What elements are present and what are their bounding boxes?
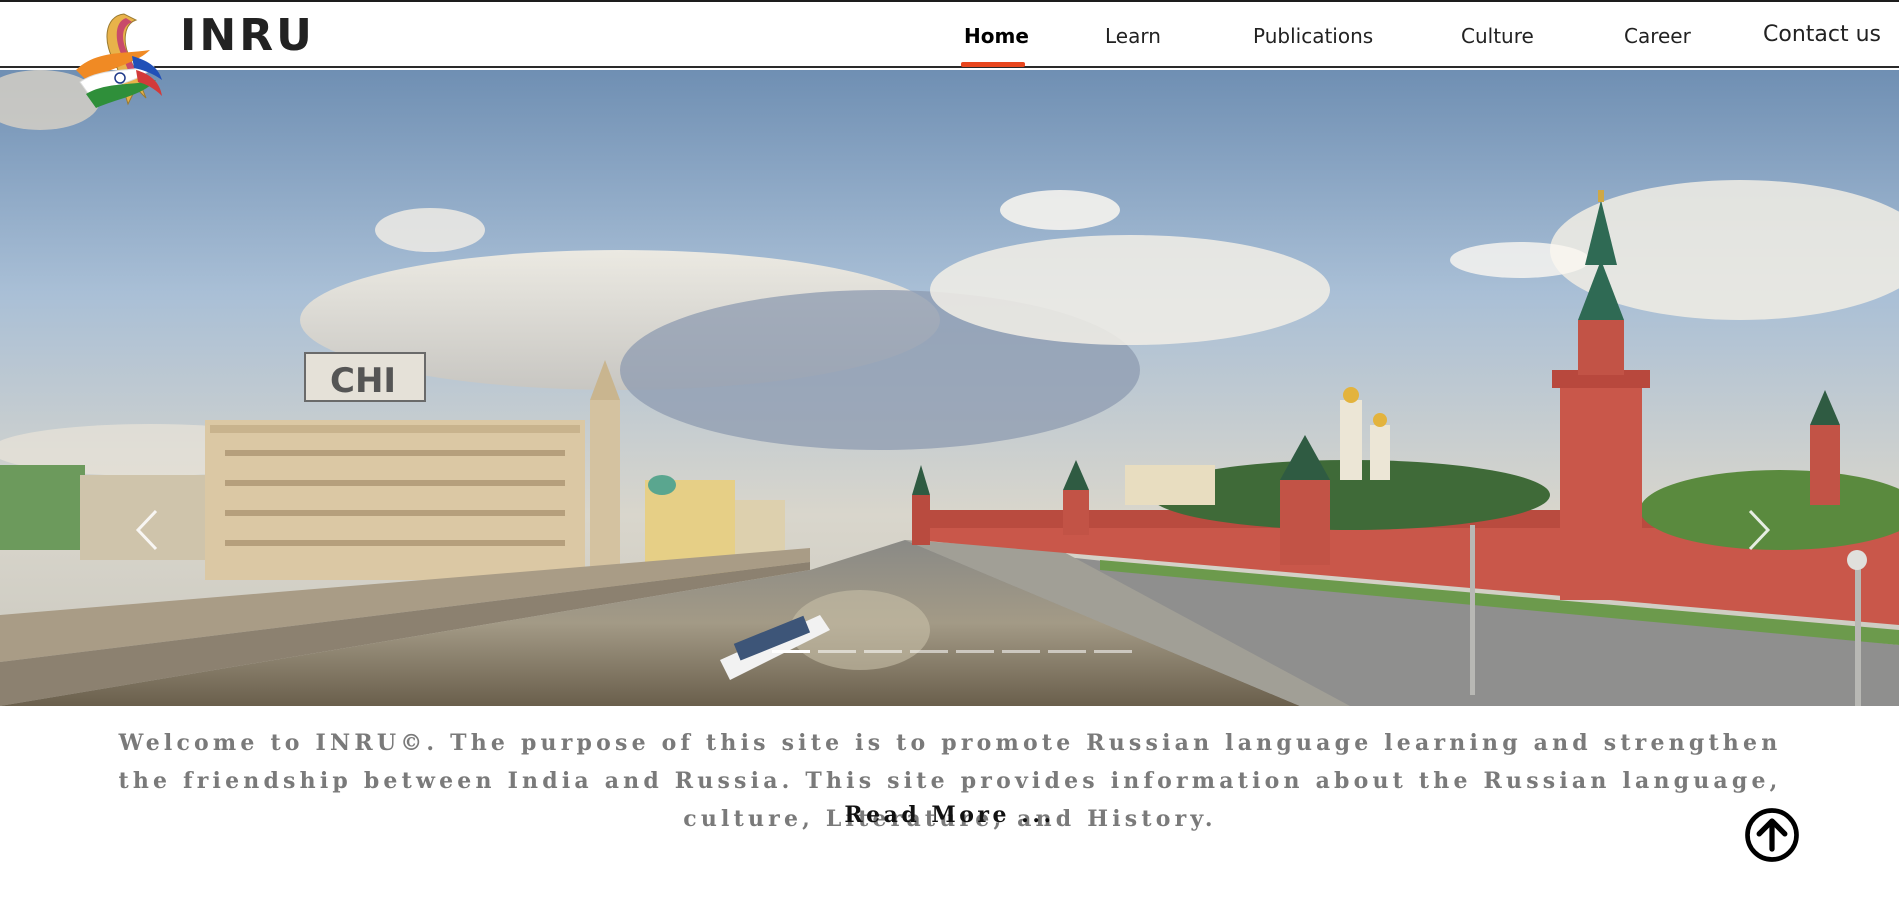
carousel-indicator[interactable] [818, 650, 856, 653]
svg-text:СНІ: СНІ [330, 361, 396, 401]
carousel-indicator[interactable] [910, 650, 948, 653]
carousel-indicator[interactable] [956, 650, 994, 653]
carousel-prev-chevron-left-icon[interactable] [128, 505, 168, 555]
nav-learn[interactable]: Learn [1105, 24, 1161, 48]
active-nav-indicator [961, 62, 1025, 67]
nav-contact[interactable]: Contact us [1763, 22, 1881, 47]
nav-publications[interactable]: Publications [1253, 24, 1373, 48]
carousel-indicator[interactable] [772, 650, 810, 653]
nav-home[interactable]: Home [964, 24, 1029, 48]
site-header: INRU Home Learn Publications Culture Car… [0, 2, 1899, 68]
hero-image-moscow-river: СНІ [0, 70, 1899, 706]
logo-ribbon-icon[interactable] [66, 10, 174, 118]
carousel-indicator[interactable] [1094, 650, 1132, 653]
carousel-indicator[interactable] [1048, 650, 1086, 653]
read-more-link[interactable]: Read More ... [0, 802, 1899, 828]
nav-career[interactable]: Career [1624, 24, 1691, 48]
main-nav: Home Learn Publications Culture Career C… [0, 2, 1899, 68]
carousel-indicator[interactable] [1002, 650, 1040, 653]
carousel-indicator[interactable] [864, 650, 902, 653]
hero-carousel[interactable]: СНІ [0, 70, 1899, 706]
carousel-next-chevron-right-icon[interactable] [1738, 505, 1778, 555]
carousel-indicators [772, 650, 1132, 653]
nav-culture[interactable]: Culture [1461, 24, 1534, 48]
back-to-top-arrow-up-circle-icon[interactable] [1744, 807, 1800, 863]
